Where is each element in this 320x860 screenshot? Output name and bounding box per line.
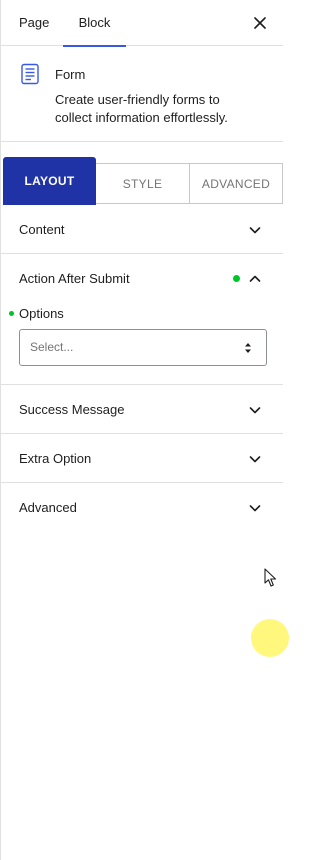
block-title: Form xyxy=(55,67,86,82)
section-extra-option: Extra Option xyxy=(1,434,283,483)
section-success-message: Success Message xyxy=(1,385,283,434)
form-icon xyxy=(21,63,39,85)
chevron-up-icon xyxy=(249,275,261,282)
success-message-toggle[interactable]: Success Message xyxy=(1,385,283,434)
chevron-down-icon xyxy=(249,505,261,512)
select-value: Select... xyxy=(30,340,74,354)
section-action-after-submit: Action After Submit Options Select... xyxy=(1,254,283,385)
section-label: Extra Option xyxy=(19,451,92,466)
options-select[interactable]: Select... xyxy=(19,329,267,366)
select-arrows-icon xyxy=(245,343,251,353)
tab-advanced[interactable]: ADVANCED xyxy=(189,163,283,204)
content-toggle[interactable]: Content xyxy=(1,205,283,254)
block-card: Form Create user-friendly forms to colle… xyxy=(1,46,283,142)
tab-block[interactable]: Block xyxy=(63,0,126,47)
chevron-down-icon xyxy=(249,407,261,414)
sidebar-tabs: Page Block xyxy=(1,0,283,47)
block-description: Create user-friendly forms to collect in… xyxy=(55,92,228,125)
chevron-down-icon xyxy=(249,456,261,463)
click-highlight xyxy=(251,619,289,657)
tab-layout[interactable]: LAYOUT xyxy=(3,157,96,205)
section-label: Content xyxy=(19,222,65,237)
section-label: Success Message xyxy=(19,402,125,417)
mouse-cursor-icon xyxy=(264,568,277,587)
block-settings-sidebar: Page Block Form Create user-friendly for… xyxy=(0,0,289,860)
section-label: Action After Submit xyxy=(19,271,130,286)
mode-tabs: LAYOUT STYLE ADVANCED xyxy=(1,157,283,205)
advanced-toggle[interactable]: Advanced xyxy=(1,483,283,532)
options-label: Options xyxy=(19,306,64,321)
section-label: Advanced xyxy=(19,500,77,515)
tab-page[interactable]: Page xyxy=(19,0,49,46)
extra-option-toggle[interactable]: Extra Option xyxy=(1,434,283,483)
close-button[interactable] xyxy=(247,10,273,36)
section-content: Content xyxy=(1,205,283,254)
action-after-submit-toggle[interactable]: Action After Submit xyxy=(1,254,283,303)
modified-indicator xyxy=(233,275,240,282)
tab-style[interactable]: STYLE xyxy=(96,163,190,204)
section-advanced: Advanced xyxy=(1,483,283,533)
close-icon xyxy=(254,17,266,29)
chevron-down-icon xyxy=(249,227,261,234)
options-modified-indicator xyxy=(9,311,14,316)
